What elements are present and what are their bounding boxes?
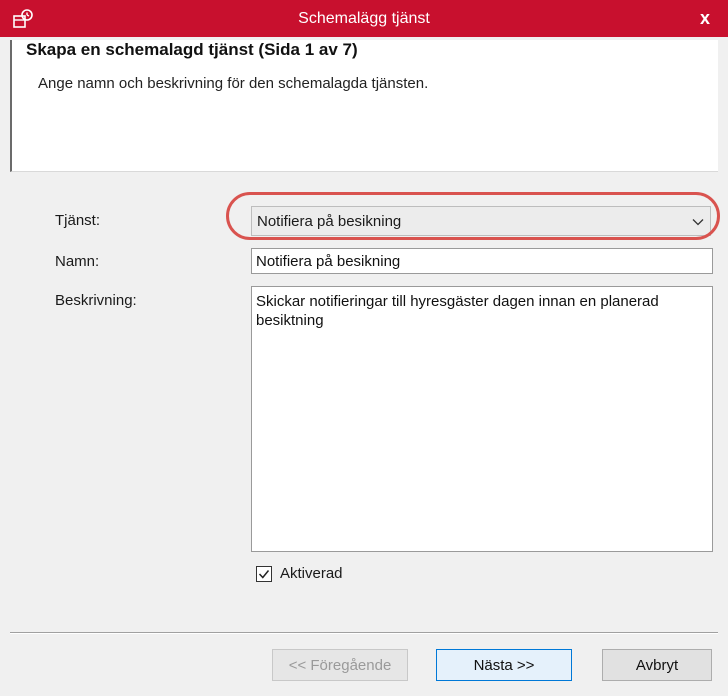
previous-button[interactable]: << Föregående	[272, 649, 408, 681]
next-button[interactable]: Nästa >>	[436, 649, 572, 681]
service-label: Tjänst:	[55, 212, 101, 229]
close-button[interactable]: x	[682, 0, 728, 37]
cancel-button[interactable]: Avbryt	[602, 649, 712, 681]
schedule-service-dialog: Schemalägg tjänst x Skapa en schemalagd …	[0, 0, 728, 696]
description-label: Beskrivning:	[55, 292, 137, 309]
page-title: Skapa en schemalagd tjänst (Sida 1 av 7)	[26, 40, 358, 59]
service-dropdown[interactable]: Notifiera på besikning	[251, 206, 711, 236]
service-dropdown-value: Notifiera på besikning	[257, 212, 402, 230]
enabled-checkbox[interactable]	[256, 565, 272, 582]
page-subtitle: Ange namn och beskrivning för den schema…	[38, 75, 429, 92]
enabled-label: Aktiverad	[280, 565, 343, 582]
title-bar: Schemalägg tjänst x	[0, 0, 728, 37]
window-title: Schemalägg tjänst	[298, 9, 430, 27]
footer-divider-highlight	[10, 633, 718, 634]
chevron-down-icon[interactable]	[692, 216, 704, 228]
checkmark-icon	[258, 569, 270, 579]
name-field[interactable]	[251, 248, 713, 274]
wizard-app-icon	[13, 9, 33, 28]
name-label: Namn:	[55, 253, 100, 270]
enabled-checkbox-row[interactable]: Aktiverad	[256, 565, 343, 582]
description-textarea[interactable]: Skickar notifieringar till hyresgäster d…	[251, 286, 713, 552]
close-icon[interactable]: x	[700, 8, 710, 29]
